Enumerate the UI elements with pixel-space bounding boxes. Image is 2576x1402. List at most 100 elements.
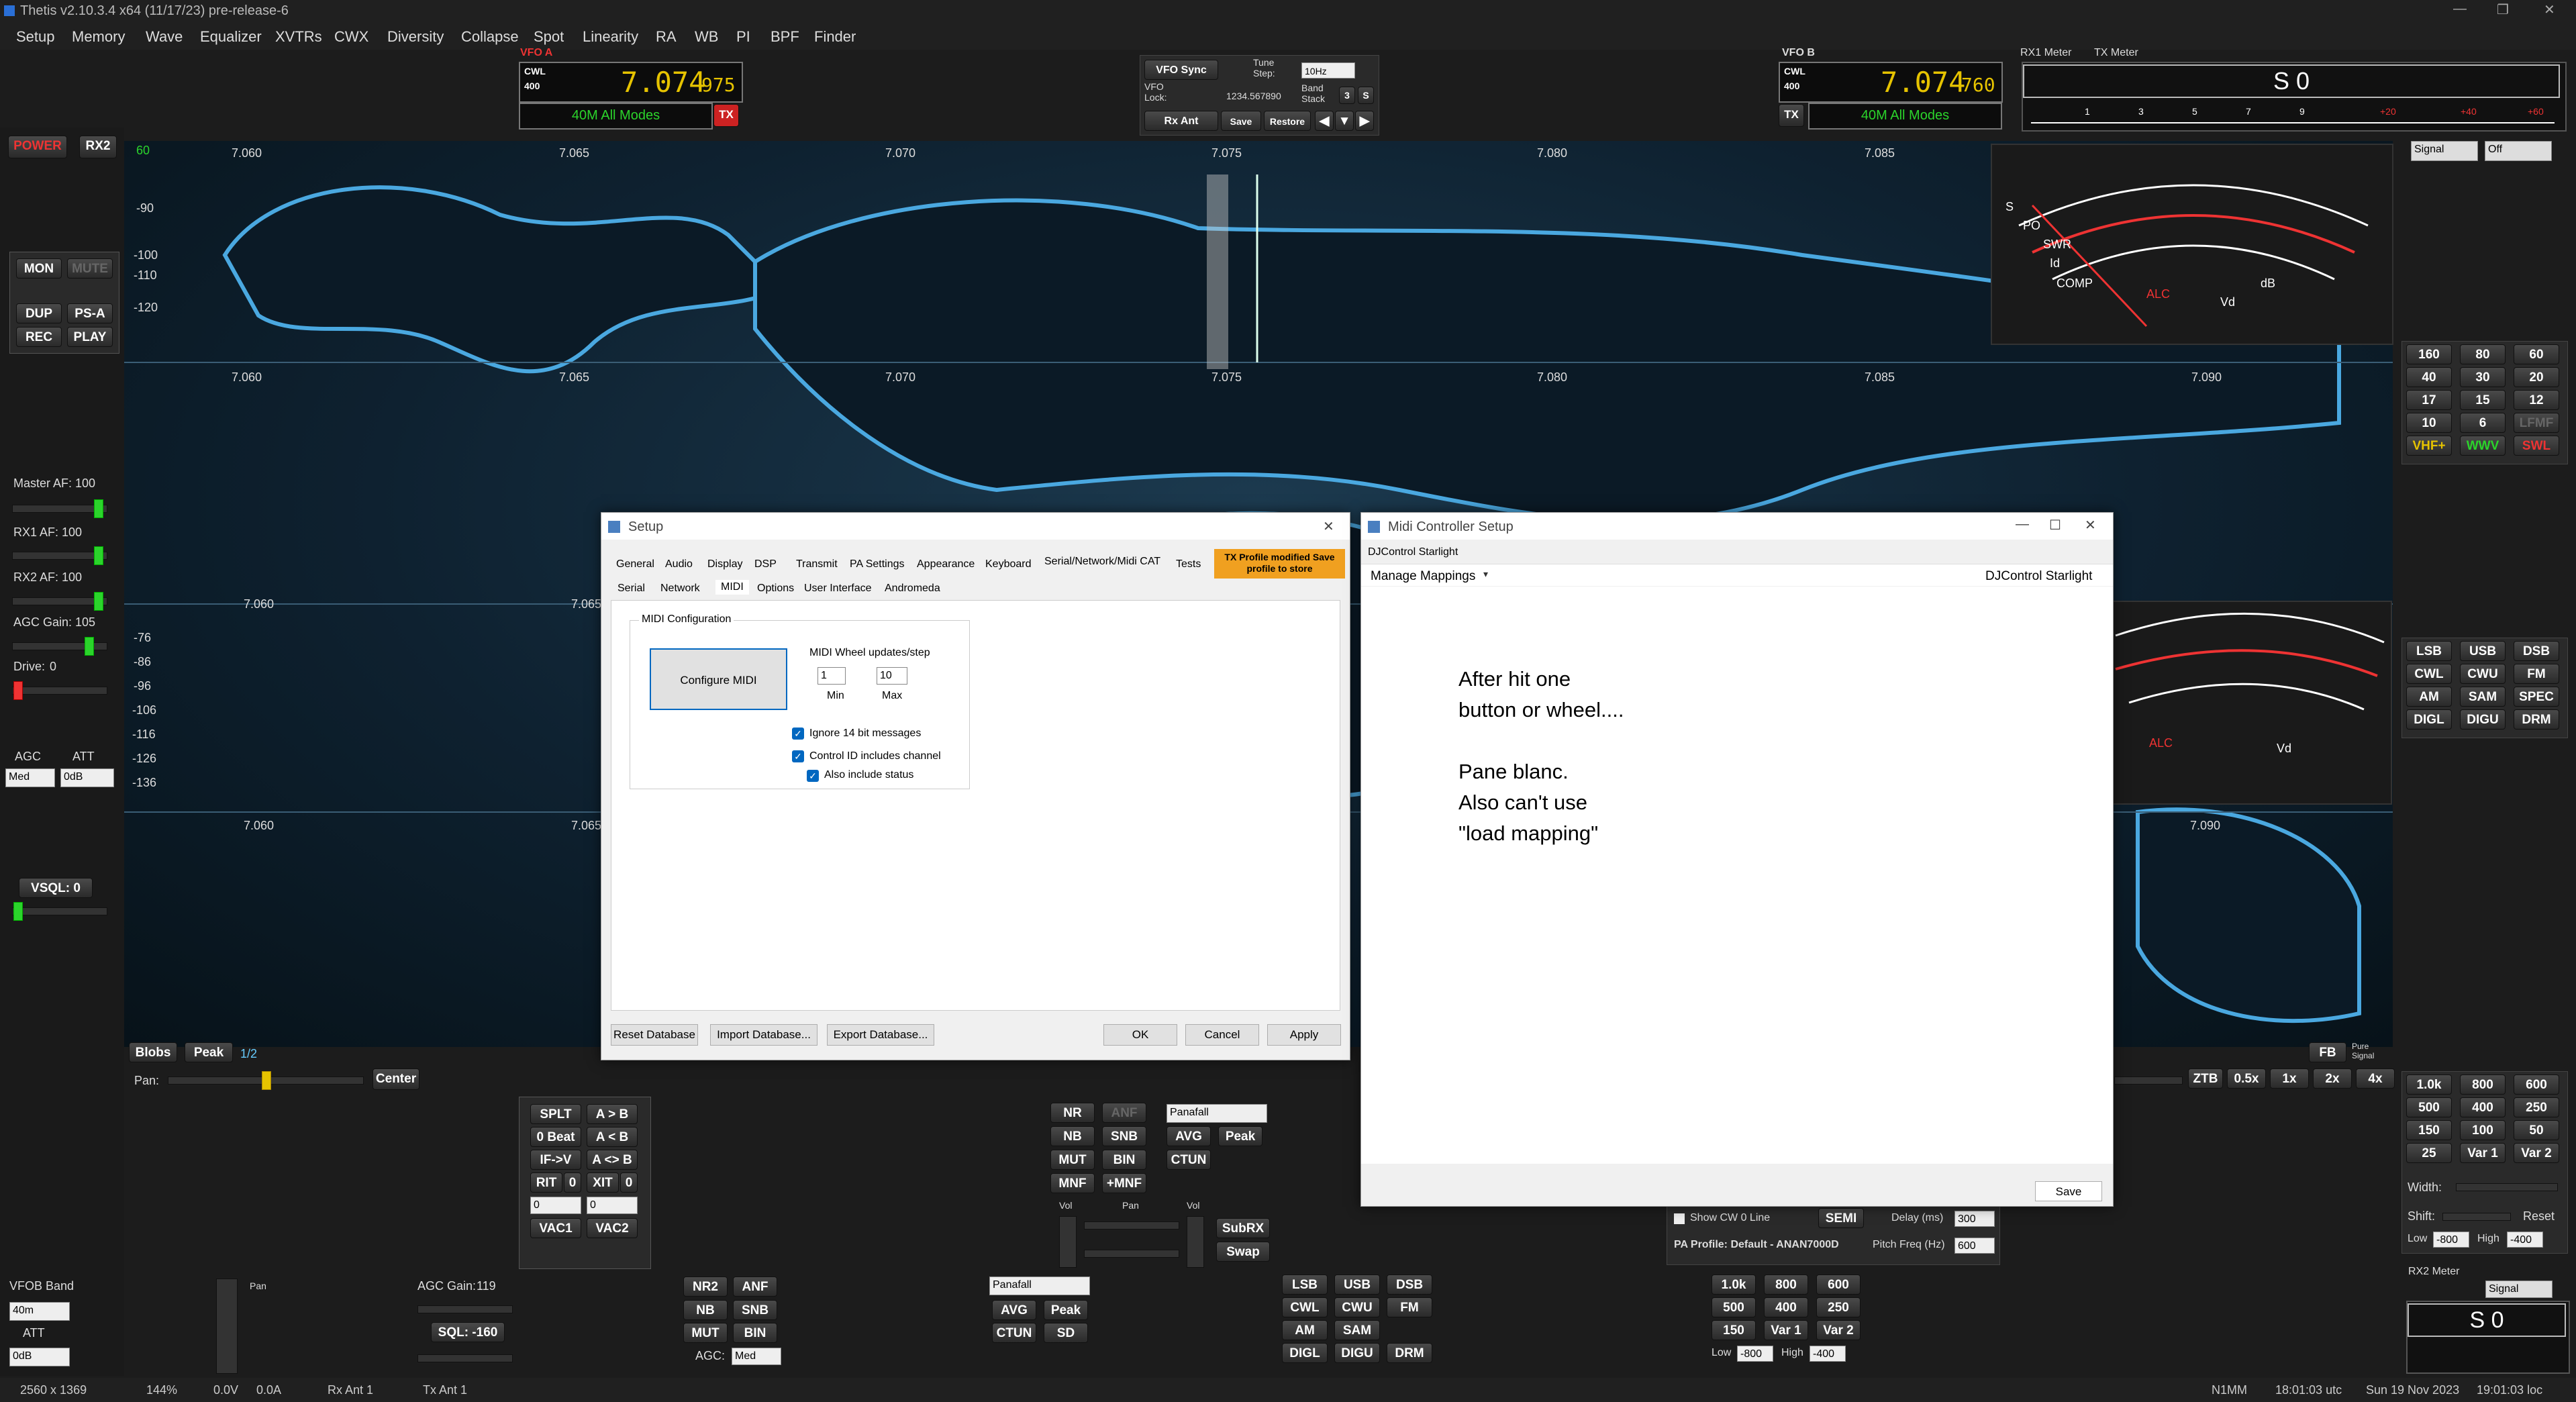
- rx2-af-thumb[interactable]: [94, 592, 103, 611]
- setup-close-icon[interactable]: ✕: [1323, 518, 1334, 535]
- peak-display-button[interactable]: Peak: [1218, 1126, 1262, 1146]
- midi-wheel-max[interactable]: 10: [877, 667, 907, 685]
- vac1-button[interactable]: VAC1: [530, 1218, 581, 1238]
- filter-50-button[interactable]: 50: [2514, 1120, 2559, 1140]
- band-vhf-button[interactable]: VHF+: [2406, 436, 2452, 456]
- rx2-agc-select[interactable]: Med: [732, 1348, 781, 1365]
- maximize-button[interactable]: ❐: [2497, 1, 2509, 18]
- mode-cwl-button[interactable]: CWL: [2406, 664, 2452, 684]
- rx2-mode-digu[interactable]: DIGU: [1334, 1343, 1380, 1363]
- vfo-b-display[interactable]: CWL 400 7.074 760: [1779, 62, 2003, 103]
- menu-equalizer[interactable]: Equalizer: [200, 28, 262, 46]
- filter-low-input[interactable]: -800: [2433, 1232, 2469, 1248]
- mode-usb-button[interactable]: USB: [2460, 641, 2506, 661]
- export-database-button[interactable]: Export Database...: [827, 1024, 934, 1046]
- filter-1k-button[interactable]: 1.0k: [2406, 1074, 2452, 1095]
- show-cw-checkbox[interactable]: [1674, 1213, 1685, 1224]
- menu-cwx[interactable]: CWX: [334, 28, 368, 46]
- tune-step-select[interactable]: 10Hz: [1301, 62, 1355, 79]
- anf-button[interactable]: ANF: [1102, 1103, 1146, 1123]
- ztb-button[interactable]: ZTB: [2188, 1068, 2223, 1089]
- rx2-meter-select[interactable]: Signal: [2485, 1281, 2553, 1298]
- drive-thumb[interactable]: [13, 681, 23, 700]
- menu-memory[interactable]: Memory: [72, 28, 125, 46]
- band-6-button[interactable]: 6: [2460, 413, 2506, 433]
- band-down-icon[interactable]: ▼: [1335, 111, 1354, 131]
- band-17-button[interactable]: 17: [2406, 390, 2452, 410]
- center-button[interactable]: Center: [373, 1068, 419, 1090]
- rx2-sql-slider[interactable]: [417, 1354, 513, 1362]
- ok-button[interactable]: OK: [1103, 1024, 1177, 1046]
- ignore-14bit-checkbox[interactable]: ✓: [792, 728, 804, 740]
- band-10-button[interactable]: 10: [2406, 413, 2452, 433]
- zoom-slider[interactable]: [2114, 1076, 2183, 1085]
- menu-ra[interactable]: RA: [656, 28, 677, 46]
- band-save-button[interactable]: Save: [1221, 111, 1261, 131]
- menu-xvtrs[interactable]: XVTRs: [275, 28, 322, 46]
- vfo-a-tx-button[interactable]: TX: [713, 104, 739, 127]
- filter-var2-button[interactable]: Var 2: [2514, 1143, 2559, 1163]
- att-select[interactable]: 0dB: [60, 768, 114, 787]
- rx2-anf-button[interactable]: ANF: [733, 1276, 777, 1297]
- band-wwv-button[interactable]: WWV: [2460, 436, 2506, 456]
- rec-button[interactable]: REC: [16, 327, 62, 347]
- menu-spot[interactable]: Spot: [534, 28, 564, 46]
- menu-wave[interactable]: Wave: [146, 28, 183, 46]
- fb-button[interactable]: FB: [2309, 1042, 2346, 1062]
- setup-tab-audio[interactable]: Audio: [665, 558, 693, 570]
- if-to-v-button[interactable]: IF->V: [530, 1150, 581, 1170]
- setup-tab-tests[interactable]: Tests: [1176, 558, 1201, 570]
- filter-800-button[interactable]: 800: [2460, 1074, 2506, 1095]
- rx2-ctun-button[interactable]: CTUN: [992, 1323, 1036, 1343]
- midi-minimize-icon[interactable]: —: [2016, 517, 2029, 532]
- vfob-band-select[interactable]: 40m: [9, 1302, 70, 1321]
- configure-midi-button[interactable]: Configure MIDI: [650, 648, 787, 710]
- setup-subtab-user-interface[interactable]: User Interface: [804, 583, 871, 595]
- rit-stepper[interactable]: 0: [530, 1197, 581, 1214]
- zero-beat-button[interactable]: 0 Beat: [530, 1127, 581, 1147]
- rx2-mode-cwl[interactable]: CWL: [1282, 1297, 1328, 1317]
- b-to-a-button[interactable]: A < B: [587, 1127, 638, 1147]
- menu-bpf[interactable]: BPF: [771, 28, 799, 46]
- rx2-avg-button[interactable]: AVG: [992, 1300, 1036, 1320]
- pan-slider-rx2[interactable]: [1084, 1250, 1179, 1258]
- filter-high-input[interactable]: -400: [2507, 1232, 2543, 1248]
- manage-mappings-menu[interactable]: Manage Mappings: [1371, 569, 1475, 584]
- play-button[interactable]: PLAY: [67, 327, 113, 347]
- setup-tab-keyboard[interactable]: Keyboard: [985, 558, 1032, 570]
- mnf-button[interactable]: MNF: [1050, 1173, 1095, 1193]
- filter-250-button[interactable]: 250: [2514, 1097, 2559, 1117]
- menu-diversity[interactable]: Diversity: [387, 28, 444, 46]
- band-restore-button[interactable]: Restore: [1264, 111, 1311, 131]
- rx2-att-select[interactable]: 0dB: [9, 1348, 70, 1366]
- import-database-button[interactable]: Import Database...: [710, 1024, 818, 1046]
- filter-400-button[interactable]: 400: [2460, 1097, 2506, 1117]
- pan-thumb[interactable]: [262, 1071, 271, 1090]
- rx2-sd-button[interactable]: SD: [1044, 1323, 1088, 1343]
- master-af-thumb[interactable]: [94, 499, 103, 518]
- menu-wb[interactable]: WB: [695, 28, 718, 46]
- vfo-frequency-entry[interactable]: 1234.567890: [1226, 91, 1281, 101]
- rx2-snb-button[interactable]: SNB: [733, 1300, 777, 1320]
- rx2-filter-250[interactable]: 250: [1816, 1297, 1861, 1317]
- band-20-button[interactable]: 20: [2514, 367, 2559, 387]
- vsql-thumb[interactable]: [13, 902, 23, 921]
- rx2-panafall-select[interactable]: Panafall: [989, 1276, 1090, 1295]
- midi-device-tab[interactable]: DJControl Starlight: [1368, 546, 1458, 558]
- panafall-select[interactable]: Panafall: [1167, 1104, 1267, 1123]
- master-af-slider[interactable]: [12, 505, 107, 513]
- rx2-filter-1k[interactable]: 1.0k: [1712, 1274, 1756, 1295]
- include-status-checkbox[interactable]: ✓: [807, 770, 819, 782]
- vol-slider-rx1[interactable]: [1059, 1216, 1077, 1268]
- rx2-nb-button[interactable]: NB: [683, 1300, 728, 1320]
- band-lfmf-button[interactable]: LFMF: [2514, 413, 2559, 433]
- subrx-button[interactable]: SubRX: [1216, 1218, 1270, 1238]
- nb-button[interactable]: NB: [1050, 1126, 1095, 1146]
- mode-sam-button[interactable]: SAM: [2460, 687, 2506, 707]
- rx2-peak-button[interactable]: Peak: [1044, 1300, 1088, 1320]
- filter-500-button[interactable]: 500: [2406, 1097, 2452, 1117]
- rx2-mode-lsb[interactable]: LSB: [1282, 1274, 1328, 1295]
- rx2-high-input[interactable]: -400: [1810, 1346, 1846, 1362]
- mode-am-button[interactable]: AM: [2406, 687, 2452, 707]
- rx2-filter-var1[interactable]: Var 1: [1764, 1320, 1808, 1340]
